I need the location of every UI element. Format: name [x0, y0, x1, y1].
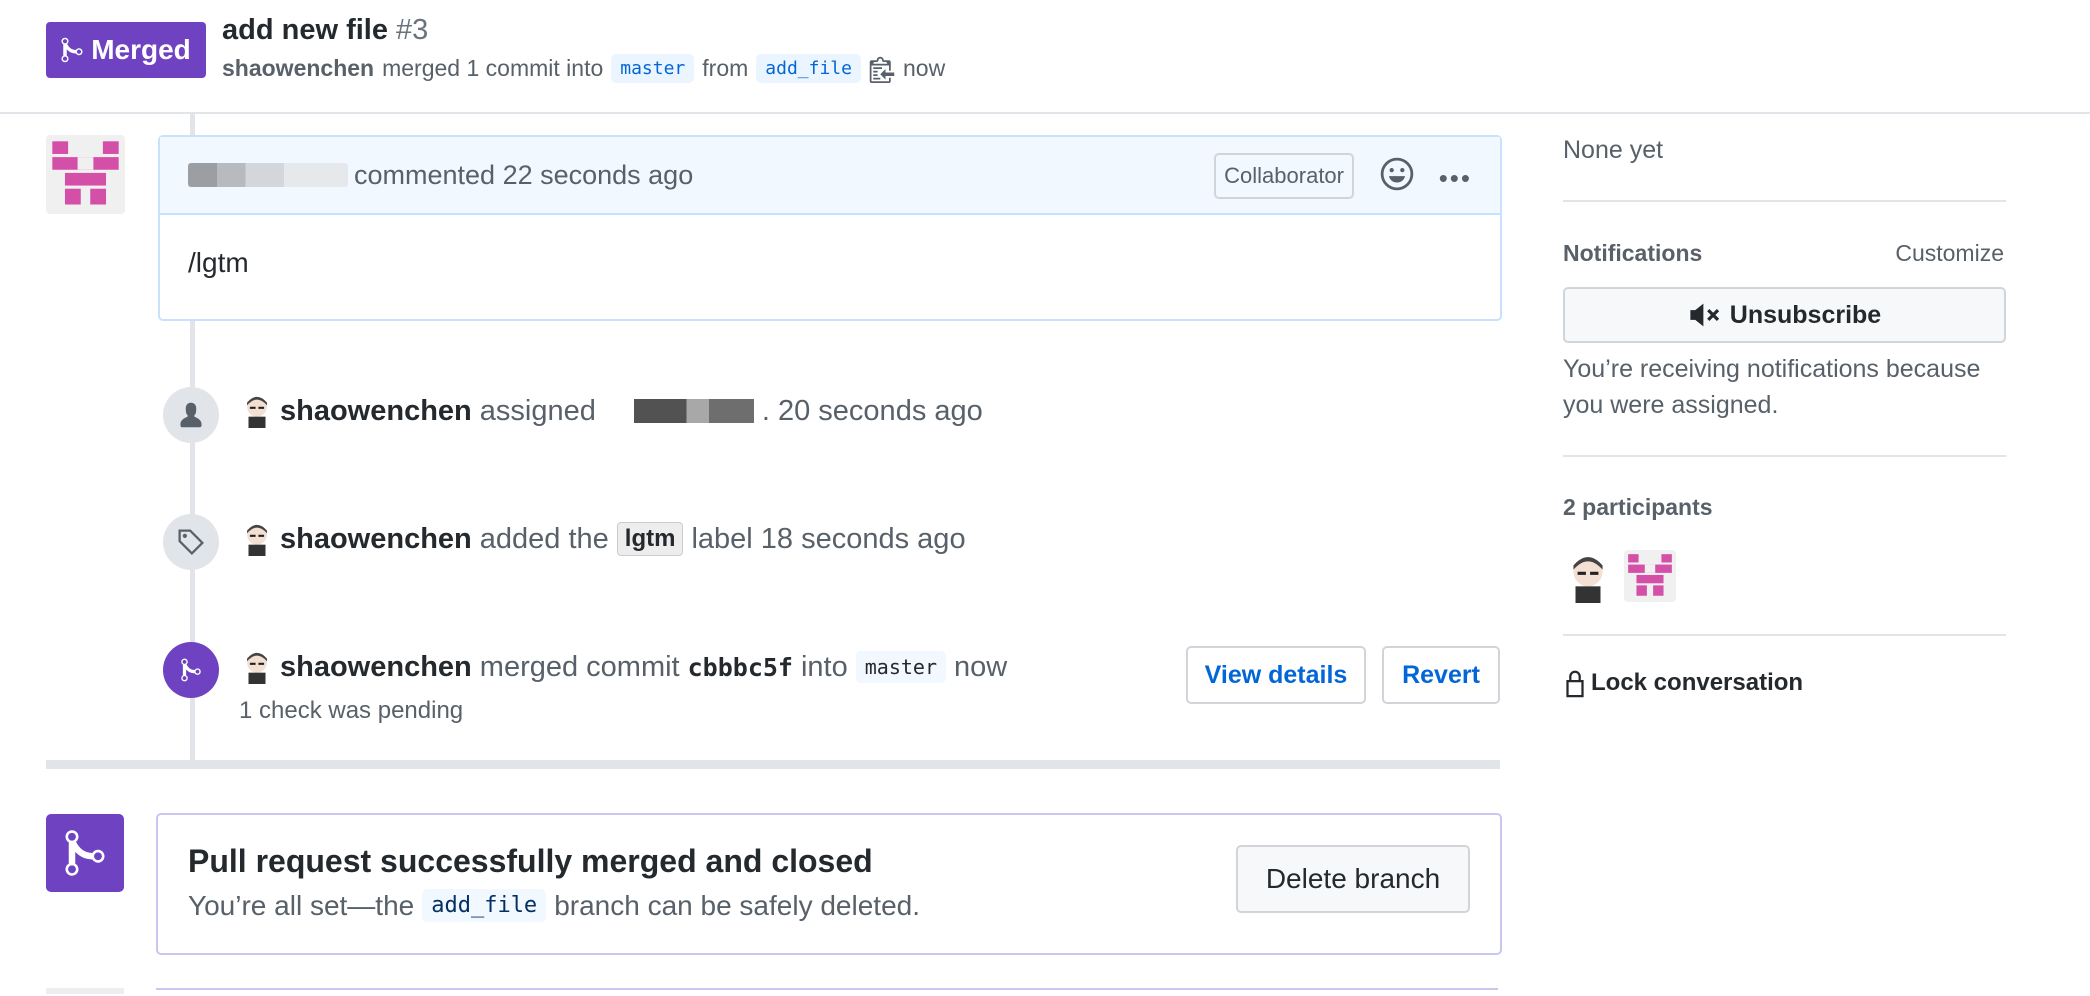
lock-label: Lock conversation: [1591, 669, 1804, 696]
unsubscribe-label: Unsubscribe: [1729, 300, 1882, 329]
identicon-image: [1628, 554, 1672, 596]
participant-avatar[interactable]: [1566, 553, 1610, 603]
event-time: now: [953, 650, 1008, 683]
comment-header: commented 22 seconds ago Collaborator ••…: [160, 137, 1500, 215]
merged-closed-box: Pull request successfully merged and clo…: [156, 813, 1502, 955]
tag-icon: [178, 529, 204, 555]
pr-number: #3: [396, 14, 429, 46]
assigned-event: shaowenchen assigned . 20 seconds ago: [242, 394, 983, 428]
event-action: assigned: [479, 394, 596, 427]
merge-icon: [181, 658, 201, 682]
merged-status-badge: Merged: [46, 22, 206, 78]
kebab-menu-icon[interactable]: •••: [1439, 163, 1472, 194]
merge-icon: [61, 37, 83, 63]
user-avatar-icon[interactable]: [242, 522, 272, 556]
desc-post: branch can be safely deleted.: [554, 889, 920, 921]
person-event-badge: [163, 387, 219, 443]
event-user-link[interactable]: shaowenchen: [280, 523, 472, 556]
labeled-event: shaowenchen added the lgtm label 18 seco…: [242, 522, 966, 556]
event-action: merged commit: [479, 650, 680, 683]
merge-time: now: [902, 55, 946, 81]
notifications-heading: Notifications: [1563, 240, 1703, 266]
lock-conversation-link[interactable]: Lock conversation: [1563, 668, 1803, 698]
page-title: add new file #3: [222, 14, 428, 47]
merge-state-icon: [46, 814, 124, 892]
lock-icon: [1566, 670, 1584, 698]
event-time: label 18 seconds ago: [691, 522, 966, 555]
participant-avatar[interactable]: [1624, 550, 1676, 602]
merge-icon: [65, 830, 105, 876]
event-user-link[interactable]: shaowenchen: [280, 651, 472, 684]
from-text: from: [702, 55, 749, 81]
author-link[interactable]: shaowenchen: [222, 55, 374, 82]
clipboard-icon[interactable]: [869, 55, 895, 83]
sidebar-divider: [1563, 200, 2006, 202]
merge-event-badge: [163, 642, 219, 698]
user-avatar-icon[interactable]: [242, 650, 272, 684]
desc-pre: You’re all set—the: [188, 889, 415, 921]
revert-button[interactable]: Revert: [1382, 646, 1500, 704]
pr-meta: shaowenchen merged 1 commit into master …: [222, 54, 945, 83]
merged-closed-desc: You’re all set—the add_file branch can b…: [188, 889, 920, 922]
comment-action: commented 22 seconds ago: [354, 159, 694, 190]
label-lgtm[interactable]: lgtm: [616, 522, 684, 556]
person-icon: [180, 402, 202, 428]
timeline-end-divider: [46, 760, 1500, 769]
merged-closed-title: Pull request successfully merged and clo…: [188, 843, 873, 879]
event-time: . 20 seconds ago: [761, 394, 983, 427]
notification-reason: You’re receiving notifications because: [1563, 355, 1981, 383]
pr-title-text: add new file: [222, 14, 388, 46]
comment-author-redacted[interactable]: [188, 163, 348, 187]
reaction-smiley-icon[interactable]: [1380, 157, 1414, 191]
view-details-button[interactable]: View details: [1186, 646, 1366, 704]
participants-heading: 2 participants: [1563, 494, 1713, 520]
check-status: 1 check was pending: [239, 697, 464, 724]
base-branch[interactable]: master: [611, 54, 695, 83]
mute-icon: [1690, 303, 1719, 327]
merged-event: shaowenchen merged commit cbbbc5f into m…: [242, 650, 1007, 684]
identicon-image: [52, 141, 119, 205]
sidebar-divider: [1563, 455, 2006, 457]
milestone-value: None yet: [1563, 136, 1664, 164]
merged-label: Merged: [91, 34, 191, 65]
delete-branch-button[interactable]: Delete branch: [1236, 845, 1470, 913]
assignee-redacted[interactable]: [603, 399, 754, 423]
head-branch[interactable]: add_file: [756, 54, 861, 83]
event-action: added the: [479, 522, 609, 555]
event-user-link[interactable]: shaowenchen: [280, 395, 472, 428]
user-avatar-icon[interactable]: [242, 394, 272, 428]
next-box-stub: [156, 988, 1498, 996]
base-branch[interactable]: master: [855, 651, 946, 683]
customize-link[interactable]: Customize: [1895, 240, 2004, 267]
tag-event-badge: [163, 514, 219, 570]
head-branch[interactable]: add_file: [422, 889, 547, 922]
sidebar-divider: [1563, 634, 2006, 636]
notification-reason-2: you were assigned.: [1563, 391, 1779, 419]
unsubscribe-button[interactable]: Unsubscribe: [1563, 287, 2006, 343]
into-text: into: [800, 650, 848, 683]
next-item-stub: [46, 988, 124, 994]
comment-card: commented 22 seconds ago Collaborator ••…: [158, 135, 1502, 321]
comment-body: /lgtm: [188, 247, 249, 278]
commit-sha-link[interactable]: cbbbc5f: [688, 653, 793, 682]
pr-header: Merged add new file #3 shaowenchen merge…: [0, 0, 2090, 114]
merged-text: merged 1 commit into: [382, 55, 604, 81]
commenter-avatar[interactable]: [46, 135, 125, 214]
collaborator-badge: Collaborator: [1214, 153, 1354, 199]
